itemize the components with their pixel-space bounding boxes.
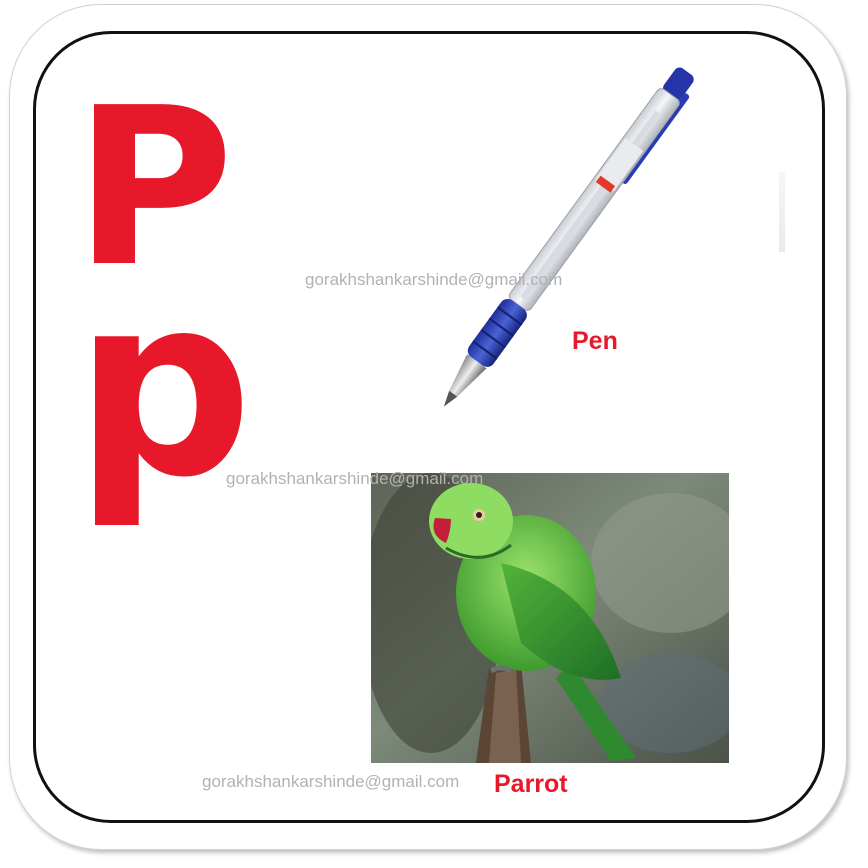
decorative-line <box>779 172 785 252</box>
parrot-image <box>371 473 729 763</box>
watermark-text: gorakhshankarshinde@gmail.com <box>305 270 563 289</box>
watermark-text: gorakhshankarshinde@gmail.com <box>226 469 484 488</box>
watermark-text: gorakhshankarshinde@gmail.com <box>202 772 460 791</box>
pen-image <box>443 67 694 407</box>
parrot-label: Parrot <box>494 770 568 798</box>
pen-label: Pen <box>572 327 618 355</box>
